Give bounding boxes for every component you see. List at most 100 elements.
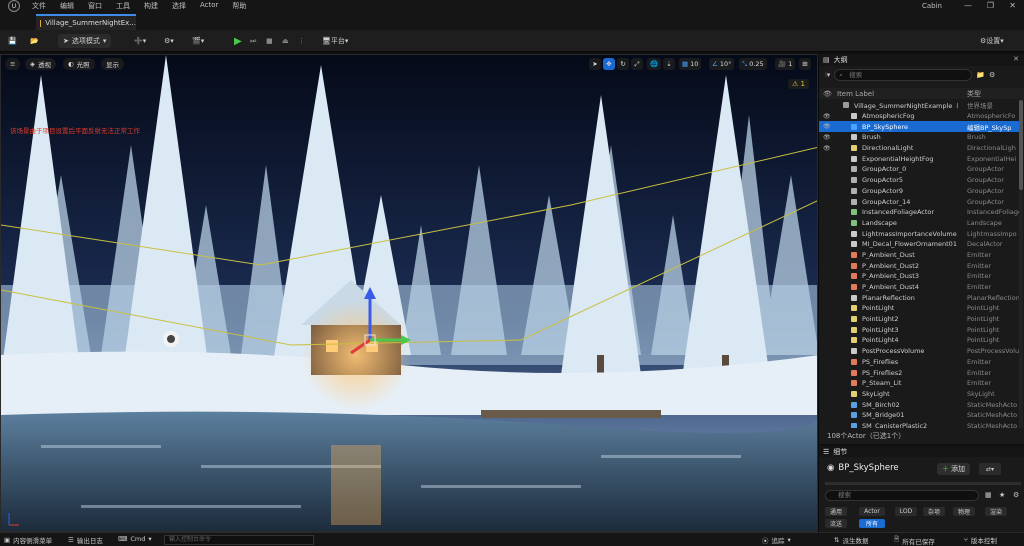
filter-tab-misc[interactable]: 杂项 — [923, 507, 945, 516]
menu-window[interactable]: 窗口 — [88, 1, 102, 11]
skip-icon[interactable]: ⏭ — [250, 34, 256, 48]
viewport-menu-button[interactable]: ≡ — [5, 58, 21, 70]
rotate-tool-icon[interactable]: ↻ — [617, 58, 629, 70]
outliner-row[interactable]: 👁 DirectionalLight DirectionalLigh — [819, 143, 1019, 154]
scale-tool-icon[interactable]: ⤢ — [631, 58, 643, 70]
outliner-row[interactable]: SM_Bridge01 StaticMeshActo — [819, 410, 1019, 421]
filter-tab-lod[interactable]: LOD — [895, 507, 917, 516]
filter-tab-physics[interactable]: 物理 — [953, 507, 975, 516]
mode-select-button[interactable]: ➤ 选项模式 ▾ — [58, 34, 112, 48]
menu-edit[interactable]: 编辑 — [60, 1, 74, 11]
surface-snap-icon[interactable]: ⇣ — [663, 58, 675, 70]
trace-button[interactable]: ⦿ 追踪 ▾ — [762, 535, 791, 545]
outliner-row[interactable]: SM_Birch02 StaticMeshActo — [819, 399, 1019, 410]
angle-snap-button[interactable]: ∠ 10° — [709, 58, 735, 70]
grid-snap-button[interactable]: ▦ 10 — [679, 58, 702, 70]
blueprint-options-icon[interactable]: ⇄▾ — [979, 463, 1001, 475]
star-icon[interactable]: ★ — [999, 491, 1005, 499]
outliner-row[interactable]: 👁 Brush Brush — [819, 132, 1019, 143]
show-button[interactable]: 显示 — [101, 58, 124, 70]
settings-button[interactable]: ⚙ 设置 ▾ — [980, 34, 1004, 48]
outliner-row[interactable]: PointLight PointLight — [819, 303, 1019, 314]
add-folder-icon[interactable]: 📁 — [976, 71, 985, 79]
outliner-row[interactable]: PostProcessVolume PostProcessVolu — [819, 346, 1019, 357]
filter-tab-actor[interactable]: Actor — [859, 507, 885, 516]
translate-tool-icon[interactable]: ✥ — [603, 58, 615, 70]
filter-tab-streaming[interactable]: 流送 — [825, 519, 847, 528]
outliner-search-input[interactable]: ⌕ 搜索 — [834, 69, 973, 81]
derived-data-button[interactable]: ⇅ 派生数据 — [834, 535, 868, 545]
filter-tab-rendering[interactable]: 渲染 — [985, 507, 1007, 516]
outliner-row[interactable]: GroupActor_0 GroupActor — [819, 164, 1019, 175]
layout-icon[interactable]: ⊞ — [799, 58, 811, 70]
outliner-scrollbar[interactable] — [1019, 100, 1023, 428]
outliner-settings-icon[interactable]: ⚙ — [989, 71, 995, 79]
menu-tools[interactable]: 工具 — [116, 1, 130, 11]
details-settings-icon[interactable]: ⚙ — [1013, 491, 1019, 499]
outliner-row[interactable]: PlanarReflection PlanarReflection — [819, 292, 1019, 303]
visibility-eye-icon[interactable]: 👁 — [823, 145, 831, 152]
outliner-row[interactable]: SM_CanisterPlastic2 StaticMeshActo — [819, 421, 1019, 428]
level-tab[interactable]: Village_SummerNightEx... — [36, 14, 136, 30]
add-content-icon[interactable]: ➕▾ — [134, 34, 146, 48]
close-icon[interactable]: ✕ — [1013, 55, 1019, 63]
outliner-row[interactable]: 👁 BP_SkySphere 编辑BP_SkySp — [819, 121, 1019, 133]
visibility-eye-icon[interactable]: 👁 — [823, 134, 831, 141]
menu-help[interactable]: 帮助 — [232, 1, 246, 11]
add-component-button[interactable]: ＋ 添加 — [937, 463, 970, 475]
outliner-row[interactable]: Landscape Landscape — [819, 218, 1019, 229]
platform-button[interactable]: 🖥 平台 ▾ — [322, 34, 348, 48]
visibility-eye-icon[interactable]: 👁 — [823, 123, 831, 130]
camera-speed-button[interactable]: 🎥 1 — [775, 58, 796, 70]
source-control-button[interactable]: ⑂ 版本控制 — [964, 535, 997, 545]
column-type[interactable]: 类型 — [967, 89, 981, 99]
outliner-row[interactable]: P_Ambient_Dust4 Emitter — [819, 282, 1019, 293]
outliner-row[interactable]: P_Ambient_Dust3 Emitter — [819, 271, 1019, 282]
filter-tab-general[interactable]: 通用 — [825, 507, 847, 516]
outliner-row[interactable]: GroupActor9 GroupActor — [819, 186, 1019, 197]
world-space-icon[interactable]: 🌐 — [647, 58, 662, 70]
menu-actor[interactable]: Actor — [200, 1, 218, 11]
cmd-button[interactable]: ⌨ Cmd ▾ — [118, 535, 152, 543]
scale-snap-button[interactable]: ⤡ 0.25 — [739, 58, 767, 70]
grid-view-icon[interactable]: ▦ — [985, 491, 992, 499]
play-options-icon[interactable]: ⋮ — [298, 34, 305, 48]
menu-select[interactable]: 选择 — [172, 1, 186, 11]
outliner-row[interactable]: PointLight3 PointLight — [819, 324, 1019, 335]
save-all-button[interactable]: 🗎 所有已保存 — [894, 535, 935, 546]
outliner-row[interactable]: InstancedFoliageActor InstancedFoliageA — [819, 207, 1019, 218]
perspective-button[interactable]: ◈ 透视 — [25, 58, 56, 70]
content-browser-icon[interactable]: 📂 — [30, 34, 39, 48]
stop-icon[interactable]: ■ — [266, 34, 273, 48]
cinematics-icon[interactable]: 🎬▾ — [192, 34, 204, 48]
menu-build[interactable]: 构建 — [144, 1, 158, 11]
outliner-row[interactable]: PS_Fireflies Emitter — [819, 357, 1019, 368]
save-icon[interactable]: 💾 — [8, 34, 17, 48]
blueprint-icon[interactable]: ⚙▾ — [164, 34, 174, 48]
minimize-icon[interactable]: — — [964, 1, 972, 10]
maximize-icon[interactable]: ❐ — [987, 1, 994, 10]
column-item-label[interactable]: Item Label — [837, 90, 874, 98]
level-viewport[interactable]: ≡ ◈ 透视 ◐ 光照 显示 ➤ ✥ ↻ ⤢ 🌐 ⇣ ▦ 10 ∠ 10° ⤡ … — [0, 54, 818, 532]
details-search-input[interactable]: 搜索 — [825, 490, 979, 501]
filter-icon[interactable]: ⫶▾ — [825, 71, 830, 80]
outliner-row[interactable]: LightmassImportanceVolume LightmassImpo — [819, 228, 1019, 239]
menu-file[interactable]: 文件 — [32, 1, 46, 11]
outliner-row[interactable]: PS_Fireflies2 Emitter — [819, 367, 1019, 378]
outliner-row[interactable]: PointLight2 PointLight — [819, 314, 1019, 325]
outliner-row[interactable]: 👁 AtmosphericFog AtmosphericFo — [819, 111, 1019, 122]
unreal-logo-icon[interactable]: U — [8, 0, 20, 12]
console-command-input[interactable]: 输入控制台命令 — [164, 535, 314, 545]
filter-tab-all[interactable]: 所有 — [859, 519, 885, 528]
outliner-row[interactable]: GroupActor5 GroupActor — [819, 175, 1019, 186]
close-window-icon[interactable]: ✕ — [1009, 1, 1016, 10]
scrollbar-thumb[interactable] — [1019, 100, 1023, 190]
outliner-row[interactable]: PointLight4 PointLight — [819, 335, 1019, 346]
visibility-eye-icon[interactable]: 👁 — [823, 113, 831, 120]
outliner-row[interactable]: MI_Decal_FlowerOrnament01 DecalActor — [819, 239, 1019, 250]
lighting-button[interactable]: ◐ 光照 — [63, 58, 95, 70]
outliner-row[interactable]: P_Ambient_Dust2 Emitter — [819, 260, 1019, 271]
outliner-row[interactable]: SkyLight SkyLight — [819, 389, 1019, 400]
play-icon[interactable]: ▶ — [234, 34, 242, 48]
outliner-row[interactable]: ExponentialHeightFog ExponentialHei — [819, 153, 1019, 164]
